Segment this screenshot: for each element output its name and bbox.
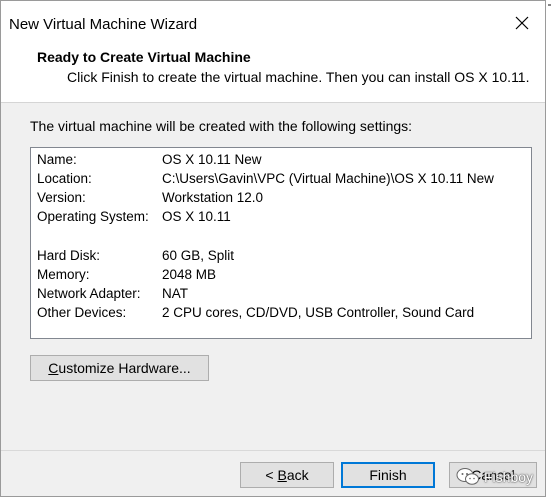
setting-value: 2 CPU cores, CD/DVD, USB Controller, Sou… bbox=[162, 305, 475, 320]
footer-divider bbox=[1, 450, 545, 451]
scrollbar-edge bbox=[546, 0, 552, 504]
finish-button[interactable]: Finish bbox=[341, 462, 435, 488]
setting-value: OS X 10.11 New bbox=[162, 152, 262, 167]
back-button[interactable]: < Back bbox=[240, 462, 334, 488]
back-label: ack bbox=[286, 467, 309, 483]
setting-label: Other Devices: bbox=[37, 305, 127, 320]
finish-label: Finish bbox=[369, 467, 407, 483]
setting-label: Network Adapter: bbox=[37, 286, 141, 301]
customize-label: ustomize Hardware... bbox=[58, 360, 191, 376]
cancel-button[interactable]: Cancel bbox=[449, 462, 537, 488]
title-bar: New Virtual Machine Wizard bbox=[1, 1, 545, 45]
wizard-window: New Virtual Machine Wizard Ready to Crea… bbox=[0, 0, 546, 497]
header-subtitle: Click Finish to create the virtual machi… bbox=[67, 69, 530, 85]
close-icon bbox=[515, 16, 529, 30]
cancel-label: Cancel bbox=[471, 467, 515, 483]
window-title: New Virtual Machine Wizard bbox=[9, 16, 198, 33]
close-button[interactable] bbox=[499, 1, 545, 45]
back-mnemonic: B bbox=[277, 467, 287, 483]
settings-summary: Name: OS X 10.11 New Location: C:\Users\… bbox=[30, 147, 532, 339]
setting-value: Workstation 12.0 bbox=[162, 190, 264, 205]
setting-label: Name: bbox=[37, 152, 77, 167]
customize-hardware-button[interactable]: Customize Hardware... bbox=[30, 355, 209, 381]
intro-text: The virtual machine will be created with… bbox=[30, 118, 413, 134]
setting-label: Operating System: bbox=[37, 209, 149, 224]
setting-value: 60 GB, Split bbox=[162, 248, 235, 263]
customize-mnemonic: C bbox=[48, 360, 59, 376]
setting-value: NAT bbox=[162, 286, 188, 301]
setting-label: Memory: bbox=[37, 267, 90, 282]
header-title: Ready to Create Virtual Machine bbox=[37, 49, 251, 65]
setting-value: C:\Users\Gavin\VPC (Virtual Machine)\OS … bbox=[162, 171, 494, 186]
setting-label: Location: bbox=[37, 171, 92, 186]
setting-value: 2048 MB bbox=[162, 267, 217, 282]
wizard-header: Ready to Create Virtual Machine Click Fi… bbox=[1, 45, 545, 103]
back-prefix: < bbox=[265, 467, 278, 483]
setting-value: OS X 10.11 bbox=[162, 209, 231, 224]
setting-label: Hard Disk: bbox=[37, 248, 101, 263]
setting-label: Version: bbox=[37, 190, 86, 205]
scrollbar-tick bbox=[548, 4, 551, 6]
